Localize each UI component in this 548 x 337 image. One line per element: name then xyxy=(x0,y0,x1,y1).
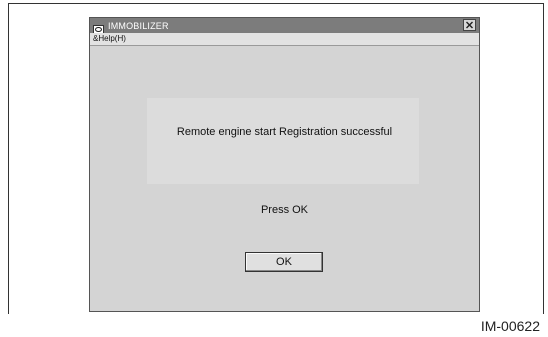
close-icon xyxy=(466,21,473,29)
close-button[interactable] xyxy=(463,19,476,31)
figure-id-label: IM-00622 xyxy=(480,318,540,334)
status-message: Remote engine start Registration success… xyxy=(176,126,393,138)
window-title: IMMOBILIZER xyxy=(108,20,169,31)
figure-page: IMMOBILIZER &Help(H) Remote engine start… xyxy=(0,0,548,337)
ok-button[interactable]: OK xyxy=(245,252,323,272)
menu-item-help[interactable]: &Help(H) xyxy=(93,34,126,43)
menu-bar: &Help(H) xyxy=(90,33,479,46)
immobilizer-window: IMMOBILIZER &Help(H) Remote engine start… xyxy=(89,17,480,312)
dialog-body: Remote engine start Registration success… xyxy=(90,46,479,311)
title-bar[interactable]: IMMOBILIZER xyxy=(90,18,479,34)
instruction-text: Press OK xyxy=(260,204,309,216)
car-key-icon xyxy=(93,21,104,34)
message-panel xyxy=(147,98,419,184)
